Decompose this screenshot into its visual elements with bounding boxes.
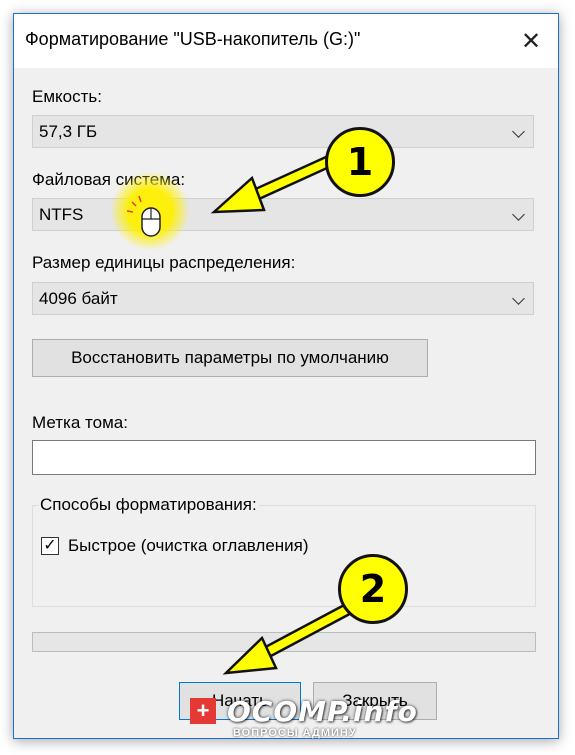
annotation-overlay [126, 153, 353, 675]
arrow-2 [222, 603, 353, 675]
watermark: + OCOMP.info ВОПРОСЫ АДМИНУ [185, 691, 425, 747]
watermark-brand: OCOMP.info [227, 695, 418, 728]
watermark-plus-icon: + [190, 698, 216, 724]
step-badge-1: 1 [325, 127, 395, 197]
watermark-tagline: ВОПРОСЫ АДМИНУ [233, 727, 357, 739]
mouse-icon [126, 195, 161, 237]
arrow-1 [210, 153, 339, 214]
step-badge-2: 2 [338, 554, 408, 624]
